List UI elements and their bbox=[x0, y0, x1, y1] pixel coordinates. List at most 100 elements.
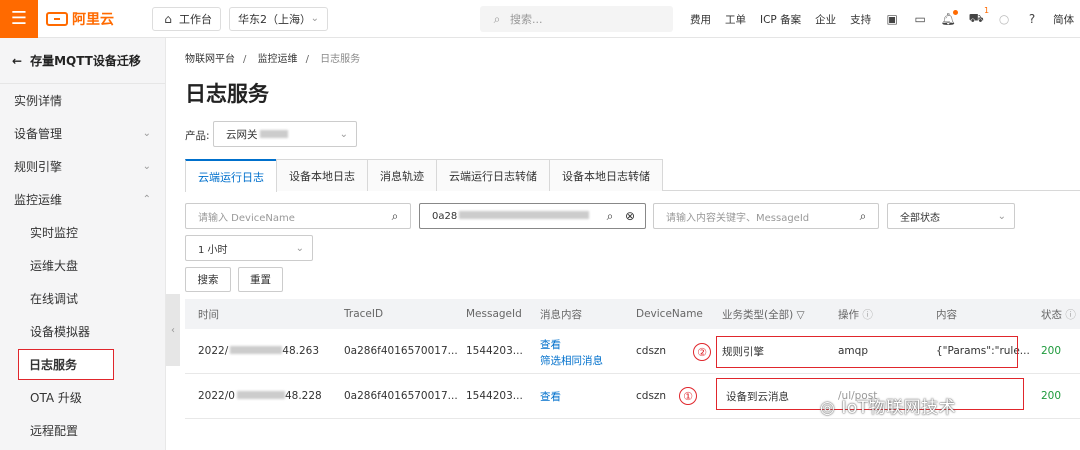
menu-icon[interactable]: ☰ bbox=[0, 0, 38, 38]
annotation-number-2: ② bbox=[693, 343, 711, 361]
language-switch[interactable]: 简体 bbox=[1053, 12, 1074, 27]
sidebar-item-instance[interactable]: 实例详情 bbox=[0, 84, 165, 117]
sidebar-item-label: 运维大盘 bbox=[30, 259, 79, 273]
redacted-mark bbox=[259, 129, 288, 138]
terminal-icon[interactable]: ▭ bbox=[913, 12, 927, 26]
sidebar-item-monitoring[interactable]: 监控运维 ⌃ bbox=[0, 183, 165, 216]
search-placeholder: 搜索... bbox=[510, 13, 543, 26]
home-icon: ⌂ bbox=[164, 11, 172, 26]
nav-enterprise[interactable]: 企业 bbox=[815, 12, 836, 27]
col-operation-label: 操作 bbox=[838, 308, 859, 321]
back-arrow-icon: ← bbox=[12, 53, 23, 68]
search-icon: ⌕ bbox=[493, 11, 501, 26]
clear-icon[interactable]: ⊗ bbox=[623, 209, 637, 223]
search-icon[interactable]: ⌕ bbox=[603, 209, 617, 223]
redacted-mark bbox=[459, 210, 590, 219]
cart-badge: 1 bbox=[984, 6, 990, 15]
cell-message-id: 1544203... bbox=[466, 345, 523, 357]
region-select[interactable]: 华东2（上海） ⌄ bbox=[229, 6, 328, 31]
sidebar-item-devices[interactable]: 设备管理 ⌄ bbox=[0, 117, 165, 150]
nav-icp[interactable]: ICP 备案 bbox=[760, 12, 801, 27]
tab-device-local-logs[interactable]: 设备本地日志 bbox=[276, 159, 368, 191]
global-search-input[interactable]: ⌕ 搜索... bbox=[480, 6, 673, 32]
sidebar-item-label: 规则引擎 bbox=[14, 160, 63, 174]
col-operation: 操作 ⓘ bbox=[838, 307, 873, 322]
sidebar-item-label: 日志服务 bbox=[29, 358, 78, 372]
nav-tickets[interactable]: 工单 bbox=[725, 12, 746, 27]
view-link[interactable]: 查看 bbox=[540, 337, 561, 352]
chevron-down-icon: ⌄ bbox=[142, 161, 151, 172]
brand-logo[interactable]: 阿里云 bbox=[46, 9, 114, 29]
nav-support[interactable]: 支持 bbox=[850, 12, 871, 27]
sidebar-item-simulator[interactable]: 设备模拟器 bbox=[0, 315, 165, 348]
tab-cloud-logs[interactable]: 云端运行日志 bbox=[185, 159, 277, 192]
sidebar-item-label: 远程配置 bbox=[30, 424, 79, 438]
nav-fees[interactable]: 费用 bbox=[690, 12, 711, 27]
sidebar-item-ota[interactable]: OTA 升级 bbox=[0, 381, 165, 414]
cell-trace-id: 0a286f4016570017... bbox=[344, 390, 458, 402]
search-button[interactable]: 搜索 bbox=[185, 267, 231, 292]
sidebar-item-dashboard[interactable]: 运维大盘 bbox=[0, 249, 165, 282]
time-range-select[interactable]: 1 小时 ⌄ bbox=[185, 235, 313, 261]
help-icon[interactable]: ⓘ bbox=[1065, 309, 1076, 321]
trace-id-value: 0a28 bbox=[432, 210, 458, 222]
tab-message-trace[interactable]: 消息轨迹 bbox=[367, 159, 437, 191]
workbench-button[interactable]: ⌂ 工作台 bbox=[152, 6, 221, 31]
wechat-icon: ◎ bbox=[820, 398, 836, 418]
product-select[interactable]: 云网关 ⌄ bbox=[213, 121, 357, 147]
watermark: ◎ IoT物联网技术 bbox=[820, 393, 956, 418]
help-icon[interactable]: ⓘ bbox=[862, 309, 873, 321]
col-business-type[interactable]: 业务类型(全部) ▽ bbox=[722, 307, 805, 322]
help-icon[interactable]: ? bbox=[1025, 12, 1039, 26]
cell-device-name: cdszn bbox=[636, 345, 667, 357]
cell-status: 200 bbox=[1041, 390, 1062, 402]
col-trace-id: TraceID bbox=[344, 308, 384, 320]
sidebar-item-realtime[interactable]: 实时监控 bbox=[0, 216, 165, 249]
search-icon[interactable]: ⌕ bbox=[388, 209, 402, 223]
time-range-value: 1 小时 bbox=[198, 244, 228, 256]
chip-icon[interactable]: ▣ bbox=[885, 12, 899, 26]
cell-device-name: cdszn bbox=[636, 390, 667, 402]
sidebar-item-label: 设备模拟器 bbox=[30, 325, 91, 339]
device-name-input[interactable]: 请输入 DeviceName ⌕ bbox=[185, 203, 411, 229]
bulb-icon[interactable]: ○ bbox=[997, 12, 1011, 26]
chevron-down-icon: ⌄ bbox=[295, 242, 304, 254]
reset-button[interactable]: 重置 bbox=[238, 267, 283, 292]
filter-icon[interactable]: ▽ bbox=[797, 309, 805, 321]
table-header: 时间 TraceID MessageId 消息内容 DeviceName 业务类… bbox=[185, 299, 1080, 329]
filter-same-link[interactable]: 筛选相同消息 bbox=[540, 353, 603, 368]
sidebar-item-label: OTA 升级 bbox=[30, 391, 82, 405]
bell-icon[interactable]: 🔔︎ bbox=[941, 10, 959, 26]
region-label: 华东2（上海） bbox=[238, 12, 311, 26]
sidebar-item-rules[interactable]: 规则引擎 ⌄ bbox=[0, 150, 165, 183]
search-icon[interactable]: ⌕ bbox=[856, 209, 870, 223]
breadcrumb-item[interactable]: 监控运维 bbox=[258, 54, 298, 65]
breadcrumb-item[interactable]: 物联网平台 bbox=[185, 54, 235, 65]
aliyun-logo-icon bbox=[46, 11, 68, 26]
sidebar-title: 存量MQTT设备迁移 bbox=[30, 54, 141, 68]
cart-icon[interactable]: ⛟ 1 bbox=[969, 6, 990, 26]
redacted-mark bbox=[230, 346, 283, 354]
breadcrumb: 物联网平台 / 监控运维 / 日志服务 bbox=[185, 50, 368, 65]
log-tabs: 云端运行日志 设备本地日志 消息轨迹 云端运行日志转储 设备本地日志转储 bbox=[185, 159, 1080, 192]
workbench-label: 工作台 bbox=[179, 12, 212, 26]
cell-trace-id: 0a286f4016570017... bbox=[344, 345, 458, 357]
cell-message-id: 1544203... bbox=[466, 390, 523, 402]
cell-time-start: 2022/ bbox=[198, 345, 229, 357]
sidebar-item-logs[interactable]: 日志服务 bbox=[18, 349, 114, 380]
view-link[interactable]: 查看 bbox=[540, 389, 561, 404]
sidebar-item-debug[interactable]: 在线调试 bbox=[0, 282, 165, 315]
tab-cloud-log-dump[interactable]: 云端运行日志转储 bbox=[436, 159, 550, 191]
sidebar-back[interactable]: ← 存量MQTT设备迁移 bbox=[0, 38, 165, 84]
tab-device-log-dump[interactable]: 设备本地日志转储 bbox=[549, 159, 663, 191]
chevron-down-icon: ⌄ bbox=[310, 13, 319, 24]
sidebar-item-remote-config[interactable]: 远程配置 bbox=[0, 414, 165, 447]
chevron-down-icon: ⌄ bbox=[339, 128, 348, 140]
content-keyword-input[interactable]: 请输入内容关键字、MessageId ⌕ bbox=[653, 203, 879, 229]
col-message-id: MessageId bbox=[466, 308, 522, 320]
chevron-down-icon: ⌄ bbox=[997, 210, 1006, 222]
status-select[interactable]: 全部状态 ⌄ bbox=[887, 203, 1015, 229]
trace-id-input[interactable]: 0a28 ⌕ ⊗ bbox=[419, 203, 646, 229]
sidebar-item-label: 监控运维 bbox=[14, 193, 63, 207]
sidebar-collapse-handle[interactable]: ‹ bbox=[166, 294, 180, 366]
